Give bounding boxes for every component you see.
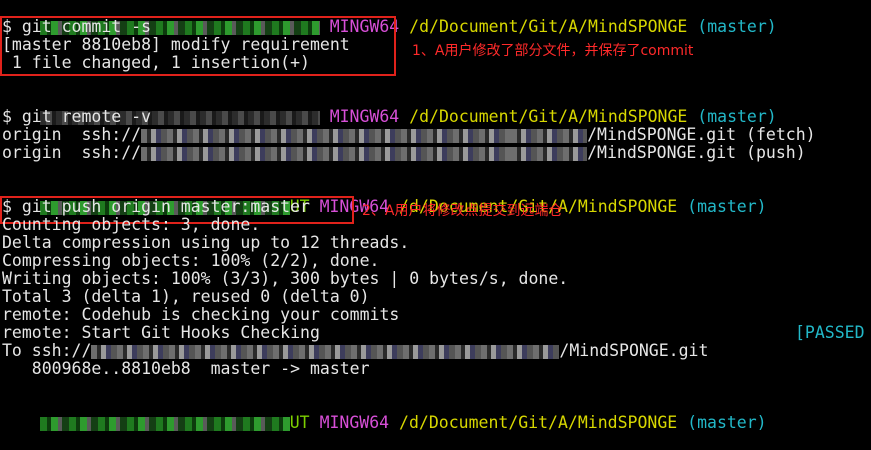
passed-status: [PASSED — [795, 323, 865, 342]
prompt-path: /d/Document/Git/A/MindSPONGE — [409, 17, 688, 36]
remote-fetch: (fetch) — [746, 125, 816, 144]
push-output-line: Compressing objects: 100% (2/2), done. — [2, 251, 380, 270]
redacted-host — [141, 128, 512, 143]
remote-proto: ssh:// — [81, 143, 142, 162]
push-output-line: remote: Codehub is checking your commits — [2, 305, 400, 324]
remote-repo: /MindSPONGE.git — [587, 143, 737, 162]
prompt-path: /d/Document/Git/A/MindSPONGE — [399, 413, 678, 432]
highlight-box-commit — [0, 16, 396, 76]
push-ref-update: 800968e..8810eb8 master -> master — [2, 359, 370, 378]
redacted-host — [141, 146, 512, 161]
push-output-line: Counting objects: 3, done. — [2, 215, 261, 234]
remote-push: (push) — [746, 143, 806, 162]
redacted-host — [91, 344, 456, 359]
prompt-branch: (master) — [687, 413, 767, 432]
remote-repo: /MindSPONGE.git — [587, 125, 737, 144]
push-output-line: remote: Start Git Hooks Checking — [2, 323, 320, 342]
terminal-window[interactable]: MINGW64 /d/Document/Git/A/MindSPONGE (ma… — [0, 0, 871, 432]
remote-name: origin — [2, 125, 62, 144]
prompt-shell: MINGW64 — [329, 107, 400, 126]
remote-name: origin — [2, 143, 62, 162]
prompt-path: /d/Document/Git/A/MindSPONGE — [409, 107, 688, 126]
prompt-shell: MINGW64 — [319, 413, 390, 432]
push-target-prefix: To ssh:// — [2, 341, 92, 360]
push-output-line: Total 3 (delta 1), reused 0 (delta 0) — [2, 287, 370, 306]
command-text: git remote -v — [21, 107, 152, 126]
prompt-branch: (master) — [687, 197, 767, 216]
push-output-line: Delta compression using up to 12 threads… — [2, 233, 410, 252]
redacted-host — [455, 344, 560, 359]
redacted-host — [511, 146, 588, 161]
push-output-line: Writing objects: 100% (3/3), 300 bytes |… — [2, 269, 569, 288]
remote-push-line: origin ssh:// /MindSPONGE.git (push) — [2, 144, 806, 162]
remote-fetch-line: origin ssh:// /MindSPONGE.git (fetch) — [2, 126, 816, 144]
command-remote: $ git remote -v — [2, 107, 152, 126]
remote-proto: ssh:// — [81, 125, 142, 144]
annotation-commit: 1、A用户修改了部分文件，并保存了commit — [412, 43, 694, 59]
prompt-branch: (master) — [697, 17, 777, 36]
push-target-line: To ssh:// /MindSPONGE.git — [2, 342, 708, 360]
push-target-repo: /MindSPONGE.git — [559, 341, 709, 360]
prompt-line: MINGW64 /d/Document/Git/A/MindSPONGE (ma… — [0, 90, 777, 126]
prompt-line: UT MINGW64 /d/Document/Git/A/MindSPONGE … — [0, 396, 767, 432]
annotation-push: 2、A用户将修改点提交到远端仓 — [362, 203, 563, 219]
redacted-user-host — [39, 416, 290, 431]
prompt-user-fragment: UT — [289, 413, 310, 432]
redacted-host — [511, 128, 588, 143]
prompt-branch: (master) — [697, 107, 777, 126]
